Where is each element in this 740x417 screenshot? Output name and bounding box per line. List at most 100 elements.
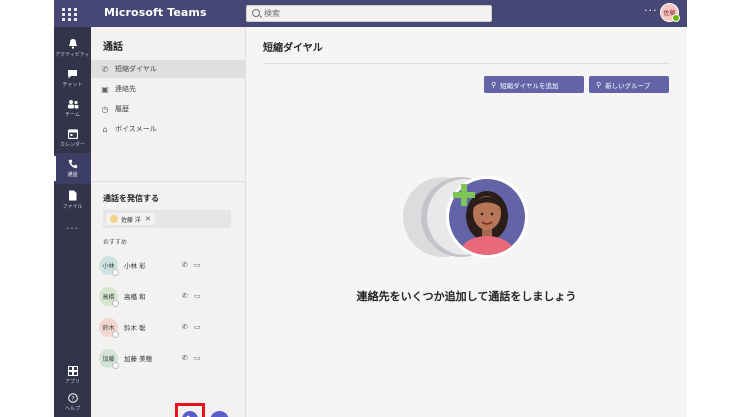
file-icon: [67, 190, 79, 201]
nav-history[interactable]: ◷ 履歴: [91, 100, 245, 118]
rail-item-teams[interactable]: チーム: [54, 93, 91, 124]
help-icon: ?: [67, 392, 79, 403]
search-icon: [252, 9, 260, 17]
add-speed-dial-button[interactable]: ⚲ 短縮ダイヤルを追加: [484, 76, 584, 93]
app-rail: アクティビティ チャット チーム カレンダー 通話 ファイル ··· アプリ ?…: [54, 27, 91, 417]
empty-state-message: 連絡先をいくつか追加して通話をしましょう: [356, 290, 577, 303]
nav-voicemail[interactable]: ⌂ ボイスメール: [91, 120, 245, 138]
contacts-icon: ▣: [101, 84, 109, 94]
calls-pane: 通話 ✆ 短縮ダイヤル ▣ 連絡先 ◷ 履歴 ⌂ ボイスメール 通話を発信する …: [91, 27, 246, 417]
history-icon: ◷: [101, 104, 109, 114]
rail-label: アクティビティ: [55, 52, 90, 58]
contact-name: 鈴木 聡: [124, 324, 146, 332]
search-placeholder: 検索: [264, 9, 280, 18]
nav-contacts[interactable]: ▣ 連絡先: [91, 80, 245, 98]
svg-text:?: ?: [71, 394, 74, 402]
rail-label: アプリ: [64, 379, 80, 385]
rail-item-help[interactable]: ? ヘルプ: [54, 387, 91, 417]
avatar-initials: 鈴木: [102, 324, 115, 332]
rail-item-activity[interactable]: アクティビティ: [54, 33, 91, 64]
video-icon[interactable]: ▭: [194, 292, 201, 300]
presence-icon: [112, 330, 119, 338]
avatar: 高橋: [99, 286, 119, 307]
chat-icon: [67, 68, 79, 79]
recipient-name: 佐藤 洋: [121, 216, 141, 224]
teams-icon: [67, 98, 79, 109]
phone-icon[interactable]: ✆: [182, 354, 188, 362]
call-recipient-field[interactable]: 佐藤 洋 ✕: [103, 210, 231, 228]
contact-row[interactable]: 加藤 加藤 美穂 ✆ ▭: [99, 346, 229, 370]
calls-pane-title: 通話: [103, 42, 123, 53]
contact-name: 高橋 和: [124, 293, 146, 301]
rail-item-files[interactable]: ファイル: [54, 185, 91, 216]
apps-icon: [67, 365, 79, 376]
rail-label: 通話: [67, 172, 78, 178]
recipient-avatar: [110, 215, 118, 223]
contact-row[interactable]: 鈴木 鈴木 聡 ✆ ▭: [99, 315, 229, 339]
search-input[interactable]: 検索: [246, 5, 492, 22]
avatar-initials: 小林: [102, 262, 115, 270]
divider: [91, 181, 245, 182]
video-icon[interactable]: ▭: [194, 323, 201, 331]
contact-name: 加藤 美穂: [124, 355, 153, 363]
video-icon[interactable]: ▭: [194, 354, 201, 362]
app-launcher-icon[interactable]: [60, 4, 80, 24]
nav-label: 履歴: [115, 105, 129, 113]
rail-item-calendar[interactable]: カレンダー: [54, 123, 91, 154]
rail-label: チーム: [65, 112, 80, 118]
speed-dial-icon: ✆: [101, 64, 109, 74]
phone-icon[interactable]: ✆: [182, 261, 188, 269]
button-label: 短縮ダイヤルを追加: [500, 81, 559, 90]
phone-icon[interactable]: ✆: [182, 292, 188, 300]
presence-icon: [672, 14, 680, 22]
page-title: 短縮ダイヤル: [263, 43, 323, 54]
avatar-initials: 加藤: [102, 355, 115, 363]
rail-label: ファイル: [62, 204, 83, 210]
add-person-icon: ⚲: [491, 80, 497, 89]
rail-label: カレンダー: [59, 142, 85, 148]
presence-icon: [112, 361, 119, 369]
nav-label: ボイスメール: [115, 125, 157, 133]
avatar: 鈴木: [99, 317, 119, 338]
rail-label: チャット: [62, 82, 83, 88]
presence-icon: [112, 299, 119, 307]
button-label: 新しいグループ: [605, 81, 651, 90]
remove-recipient-icon[interactable]: ✕: [145, 215, 151, 223]
voicemail-icon: ⌂: [102, 124, 108, 134]
contact-row[interactable]: 小林 小林 彩 ✆ ▭: [99, 253, 229, 277]
divider: [263, 63, 670, 64]
avatar: 小林: [99, 255, 119, 276]
teams-window: Microsoft Teams 検索 ··· 佐藤 アクティビティ チャット チ…: [54, 0, 687, 417]
empty-state-illustration: [403, 172, 543, 272]
contact-row[interactable]: 高橋 高橋 和 ✆ ▭: [99, 284, 229, 308]
avatar-initials: 高橋: [102, 293, 115, 301]
main-content: 短縮ダイヤル ⚲ 短縮ダイヤルを追加 ⚲ 新しいグループ 連絡先をいくつか追加し…: [246, 27, 687, 417]
contact-name: 小林 彩: [124, 262, 146, 270]
rail-more-button[interactable]: ···: [54, 224, 91, 235]
audio-call-button[interactable]: [182, 411, 198, 417]
more-options-button[interactable]: ···: [644, 4, 658, 17]
make-call-title: 通話を発信する: [103, 194, 159, 203]
avatar: 加藤: [99, 348, 119, 369]
video-call-button[interactable]: [210, 411, 229, 417]
phone-icon: [67, 158, 79, 169]
bell-icon: [67, 38, 79, 49]
rail-label: ヘルプ: [64, 406, 80, 412]
add-group-icon: ⚲: [596, 80, 602, 89]
nav-label: 連絡先: [115, 85, 136, 93]
video-icon[interactable]: ▭: [194, 261, 201, 269]
rail-item-chat[interactable]: チャット: [54, 63, 91, 94]
profile-avatar[interactable]: 佐藤: [660, 3, 680, 22]
calendar-icon: [67, 128, 79, 139]
title-bar: Microsoft Teams 検索 ··· 佐藤: [54, 0, 687, 27]
rail-item-calls[interactable]: 通話: [54, 153, 91, 184]
suggested-label: おすすめ: [103, 239, 128, 246]
app-title: Microsoft Teams: [104, 6, 207, 19]
nav-label: 短縮ダイヤル: [115, 65, 157, 73]
recipient-chip[interactable]: 佐藤 洋 ✕: [106, 213, 155, 225]
nav-speed-dial[interactable]: ✆ 短縮ダイヤル: [91, 60, 245, 78]
highlight-box: [175, 403, 205, 417]
new-group-button[interactable]: ⚲ 新しいグループ: [589, 76, 669, 93]
phone-icon[interactable]: ✆: [182, 323, 188, 331]
presence-icon: [112, 268, 119, 276]
